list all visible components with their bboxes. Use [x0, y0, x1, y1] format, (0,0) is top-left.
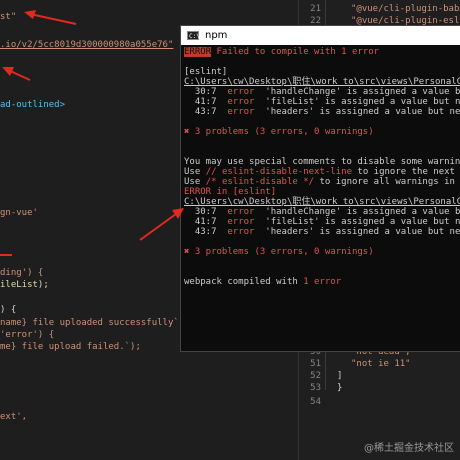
error-line: 41:7 error 'fileList' is assigned a valu… [184, 217, 460, 227]
error-line: 30:7 error 'handleChange' is assigned a … [184, 87, 460, 97]
error-line: 30:7 error 'handleChange' is assigned a … [184, 207, 460, 217]
red-arrow-annotation [0, 254, 12, 256]
window-title-bar[interactable]: C:\ npm [181, 26, 460, 45]
line-number: 53 [310, 383, 321, 393]
line-number: 21 [310, 4, 321, 14]
red-arrow-annotation [139, 208, 184, 241]
hint-line: Use // eslint-disable-next-line to ignor… [184, 167, 455, 177]
code-line: ) { [0, 305, 17, 315]
console-output[interactable]: ERROR Failed to compile with 1 error [es… [184, 47, 460, 351]
compile-status-line: ERROR Failed to compile with 1 error [184, 47, 380, 57]
code-line: me} file upload failed.`); [0, 342, 141, 352]
line-number: 51 [310, 359, 321, 369]
code-line: .io/v2/5cc8019d300000980a055e76" [0, 40, 174, 50]
error-in-line: ERROR in [eslint] [184, 187, 277, 197]
problems-summary: ✖ 3 problems (3 errors, 0 warnings) [184, 127, 374, 137]
error-line: 43:7 error 'headers' is assigned a value… [184, 227, 460, 237]
terminal-icon: C:\ [187, 31, 200, 40]
window-title: npm [205, 30, 228, 41]
hint-line: You may use special comments to disable … [184, 157, 460, 167]
code-line: ad-outlined> [0, 100, 66, 110]
npm-terminal-window[interactable]: C:\ npm ERROR Failed to compile with 1 e… [180, 25, 460, 352]
error-line: 41:7 error 'fileList' is assigned a valu… [184, 97, 460, 107]
code-line: "not ie 11" [351, 359, 411, 369]
eslint-tag: [eslint] [184, 67, 228, 77]
code-line: st" [0, 12, 17, 22]
red-arrow-annotation [24, 10, 77, 25]
line-number: 52 [310, 371, 321, 381]
code-line: 'error') { [0, 330, 55, 340]
error-badge: ERROR [184, 47, 212, 57]
error-line: 43:7 error 'headers' is assigned a value… [184, 107, 460, 117]
line-number: 54 [310, 397, 321, 407]
code-line: name} file uploaded successfully`); [0, 318, 190, 328]
file-path: C:\Users\cw\Desktop\职住\work_to\src\views… [184, 77, 460, 87]
code-line: "@vue/cli-plugin-babel" [351, 4, 460, 14]
red-arrow-annotation [2, 67, 31, 81]
watermark: @稀土掘金技术社区 [364, 443, 454, 454]
code-line: ding') { [0, 268, 44, 278]
code-line: gn-vue' [0, 208, 38, 218]
problems-summary: ✖ 3 problems (3 errors, 0 warnings) [184, 247, 374, 257]
file-path: C:\Users\cw\Desktop\职住\work_to\src\views… [184, 197, 460, 207]
code-line: ] [337, 371, 343, 381]
code-line: } [337, 383, 343, 393]
compiled-status-line: webpack compiled with 1 error [184, 277, 342, 287]
hint-line: Use /* eslint-disable */ to ignore all w… [184, 177, 455, 187]
code-line: ext', [0, 412, 28, 422]
code-line: ileList); [0, 280, 49, 290]
